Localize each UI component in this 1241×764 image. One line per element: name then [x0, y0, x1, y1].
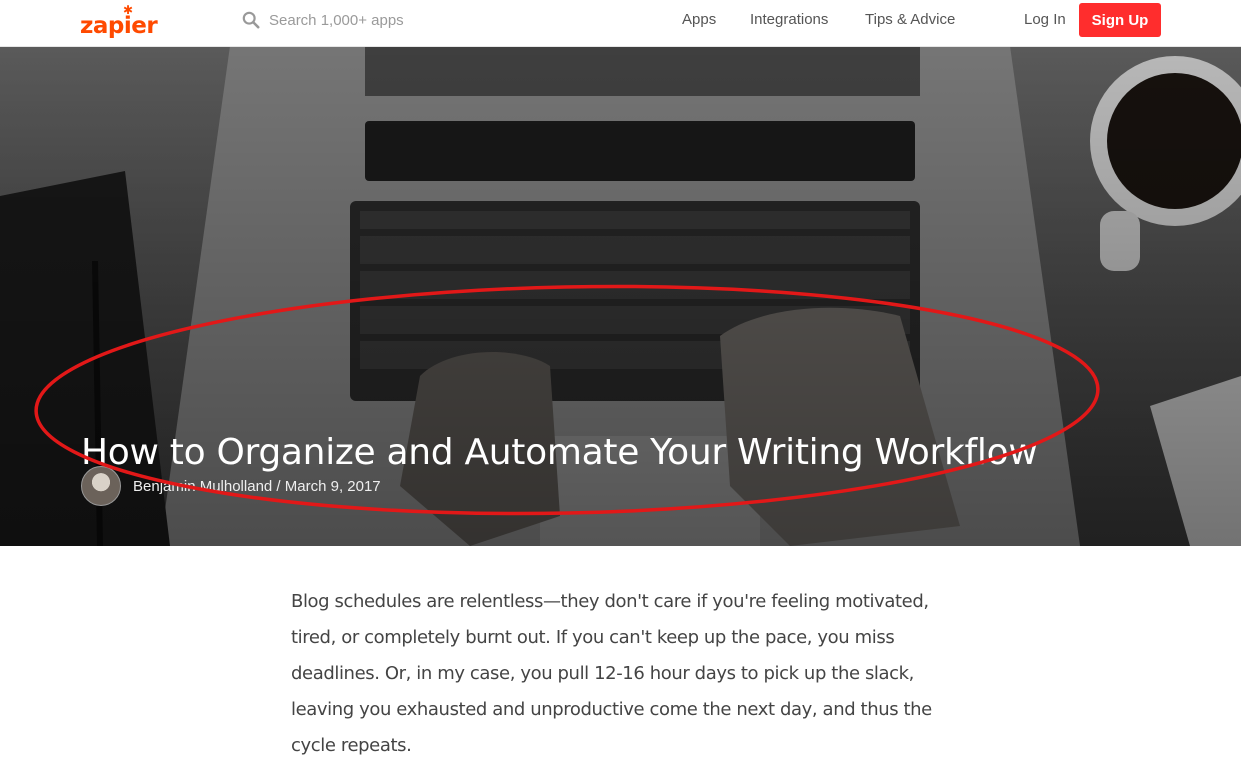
search-icon[interactable]: [242, 11, 260, 29]
signup-button[interactable]: Sign Up: [1079, 3, 1161, 37]
nav-integrations[interactable]: Integrations: [750, 11, 828, 28]
nav-tips-advice[interactable]: Tips & Advice: [865, 11, 955, 28]
nav-apps[interactable]: Apps: [682, 11, 716, 28]
author-name[interactable]: Benjamin Mulholland: [133, 478, 272, 495]
search-input[interactable]: [269, 11, 449, 29]
publish-date: March 9, 2017: [284, 477, 381, 495]
article-byline: Benjamin Mulholland / March 9, 2017: [81, 466, 381, 506]
login-link[interactable]: Log In: [1024, 11, 1066, 28]
search-bar[interactable]: [242, 9, 449, 31]
byline-text: Benjamin Mulholland / March 9, 2017: [133, 478, 381, 495]
top-navbar: zapier ✱ Apps Integrations Tips & Advice…: [0, 0, 1241, 47]
author-avatar[interactable]: [81, 466, 121, 506]
byline-separator: /: [276, 477, 281, 495]
logo-asterisk-icon: ✱: [123, 3, 133, 17]
logo-text: zapier: [80, 13, 158, 39]
hero-banner: How to Organize and Automate Your Writin…: [0, 46, 1241, 546]
article-intro-paragraph: Blog schedules are relentless—they don't…: [291, 591, 932, 756]
zapier-logo[interactable]: zapier ✱: [80, 3, 158, 39]
